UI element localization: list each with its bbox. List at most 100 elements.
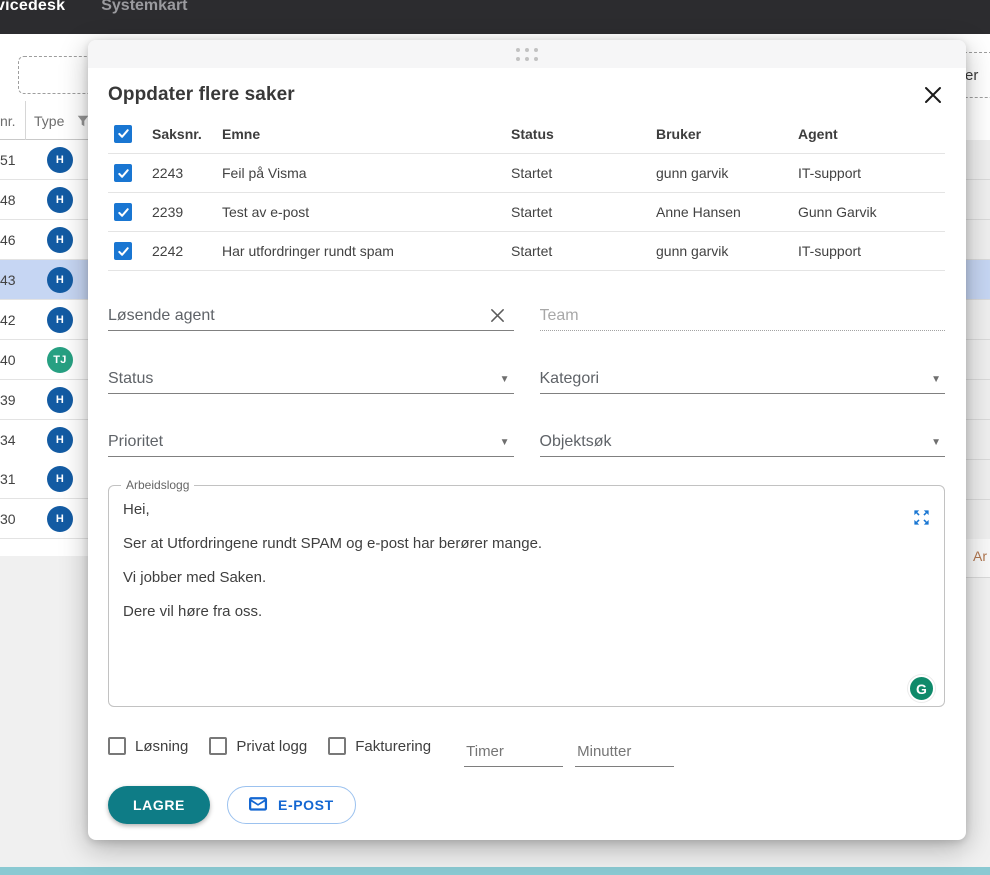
dialog-title: Oppdater flere saker [108,84,295,106]
checkbox-unchecked-icon[interactable] [209,737,227,755]
bottom-accent-bar [0,867,990,875]
table-header-row: Saksnr. Emne Status Bruker Agent [108,114,945,154]
case-number-fragment: 34 [0,432,16,448]
log-line: Dere vil høre fra oss. [123,595,930,629]
fakturering-checkbox[interactable]: Fakturering [328,737,431,755]
background-row-fragment [962,380,990,420]
minutter-input[interactable] [575,743,674,767]
case-type-avatar[interactable]: H [47,506,73,532]
background-row-fragment [962,300,990,340]
header-emne: Emne [222,126,511,142]
expand-icon[interactable] [912,508,931,532]
case-type-avatar[interactable]: H [47,227,73,253]
chevron-down-icon[interactable]: ▼ [931,437,941,448]
background-case-row[interactable]: 51 H [0,140,96,180]
case-number-fragment: 31 [0,471,16,487]
right-edge-tail [962,578,990,867]
column-header-saksnr: nr. [0,113,16,129]
clear-icon[interactable] [489,307,506,329]
prioritet-select[interactable]: Prioritet ▼ [108,430,514,457]
background-dashed-button-right[interactable]: er [962,52,990,98]
grammarly-icon[interactable]: G [908,675,935,702]
cell-bruker: gunn garvik [656,165,798,181]
selected-case-row[interactable]: 2239Test av e-postStartetAnne HansenGunn… [108,193,945,232]
case-type-avatar[interactable]: H [47,307,73,333]
row-checkbox[interactable] [114,203,132,221]
case-type-avatar[interactable]: H [47,387,73,413]
header-bruker: Bruker [656,126,798,142]
case-number-fragment: 40 [0,352,16,368]
header-status: Status [511,126,656,142]
bulk-update-form: Løsende agent Status ▼ Kategori ▼ Priori… [108,304,945,457]
background-case-row[interactable]: 46H [0,220,96,260]
save-button[interactable]: LAGRE [108,786,210,824]
grip-dots-icon [516,48,538,61]
chevron-down-icon[interactable]: ▼ [500,437,510,448]
case-number-fragment: 51 [0,152,16,168]
case-type-avatar[interactable]: H [47,427,73,453]
column-header-type: Type [34,113,64,129]
cell-emne: Test av e-post [222,204,511,220]
selected-case-row[interactable]: 2242Har utfordringer rundt spamStartetgu… [108,232,945,271]
case-type-avatar[interactable]: TJ [47,347,73,373]
team-field[interactable] [540,304,946,331]
background-case-row[interactable]: 42 H [0,300,96,340]
app-brand[interactable]: vicedesk [0,0,65,17]
losende-agent-label: Løsende agent [108,307,215,325]
case-type-avatar[interactable]: H [47,187,73,213]
case-type-avatar[interactable]: H [47,147,73,173]
losende-agent-field[interactable]: Løsende agent [108,304,514,331]
checkbox-unchecked-icon[interactable] [328,737,346,755]
email-button[interactable]: E-POST [227,786,356,824]
cell-status: Startet [511,165,656,181]
arbeidslogg-label: Arbeidslogg [121,478,194,492]
row-checkbox[interactable] [114,164,132,182]
selected-case-row[interactable]: 2243Feil på VismaStartetgunn garvikIT-su… [108,154,945,193]
status-select[interactable]: Status ▼ [108,367,514,394]
losning-checkbox[interactable]: Løsning [108,737,188,755]
arbeidslogg-content[interactable]: Hei, Ser at Utfordringene rundt SPAM og … [109,492,944,629]
cell-agent: IT-support [798,165,945,181]
nav-item-systemkart[interactable]: Systemkart [101,0,187,17]
select-all-checkbox[interactable] [114,125,132,143]
selected-cases-table: Saksnr. Emne Status Bruker Agent 2243Fei… [108,114,945,271]
row-checkbox[interactable] [114,242,132,260]
chevron-down-icon[interactable]: ▼ [931,374,941,385]
privat-logg-label: Privat logg [236,738,307,755]
dialog-drag-handle[interactable] [88,40,966,68]
checkbox-unchecked-icon[interactable] [108,737,126,755]
cell-saksnr: 2242 [152,243,222,259]
chevron-down-icon[interactable]: ▼ [500,374,510,385]
update-multiple-cases-dialog: Oppdater flere saker Saksnr. Emne Status… [88,40,966,840]
timer-input[interactable] [464,743,563,767]
case-type-avatar[interactable]: H [47,466,73,492]
kategori-select[interactable]: Kategori ▼ [540,367,946,394]
background-case-row[interactable]: 43 H [0,260,96,300]
case-number-fragment: 30 [0,511,16,527]
background-row-fragment [962,220,990,260]
background-case-row[interactable]: 31 H [0,459,96,499]
privat-logg-checkbox[interactable]: Privat logg [209,737,307,755]
cell-status: Startet [511,243,656,259]
prioritet-label: Prioritet [108,433,163,451]
background-case-row[interactable]: 40 TJ [0,340,96,380]
objektsok-select[interactable]: Objektsøk ▼ [540,430,946,457]
arbeidslogg-textarea[interactable]: Arbeidslogg Hei, Ser at Utfordringene ru… [108,478,945,707]
fakturering-label: Fakturering [355,738,431,755]
background-case-row[interactable]: 48H [0,180,96,220]
case-number-fragment: 42 [0,312,16,328]
background-case-row[interactable]: 30 H [0,499,96,539]
close-icon[interactable] [921,83,945,107]
case-type-avatar[interactable]: H [47,267,73,293]
log-line: Hei, [123,493,930,527]
dashed-button-label-fragment: er [965,67,978,84]
cell-emne: Har utfordringer rundt spam [222,243,511,259]
team-input[interactable] [540,304,946,325]
cell-agent: Gunn Garvik [798,204,945,220]
case-number-fragment: 43 [0,272,16,288]
cell-status: Startet [511,204,656,220]
background-case-row[interactable]: 39H [0,380,96,420]
background-row-fragment [962,180,990,220]
background-case-row[interactable]: 34 H [0,420,96,460]
cell-agent: IT-support [798,243,945,259]
